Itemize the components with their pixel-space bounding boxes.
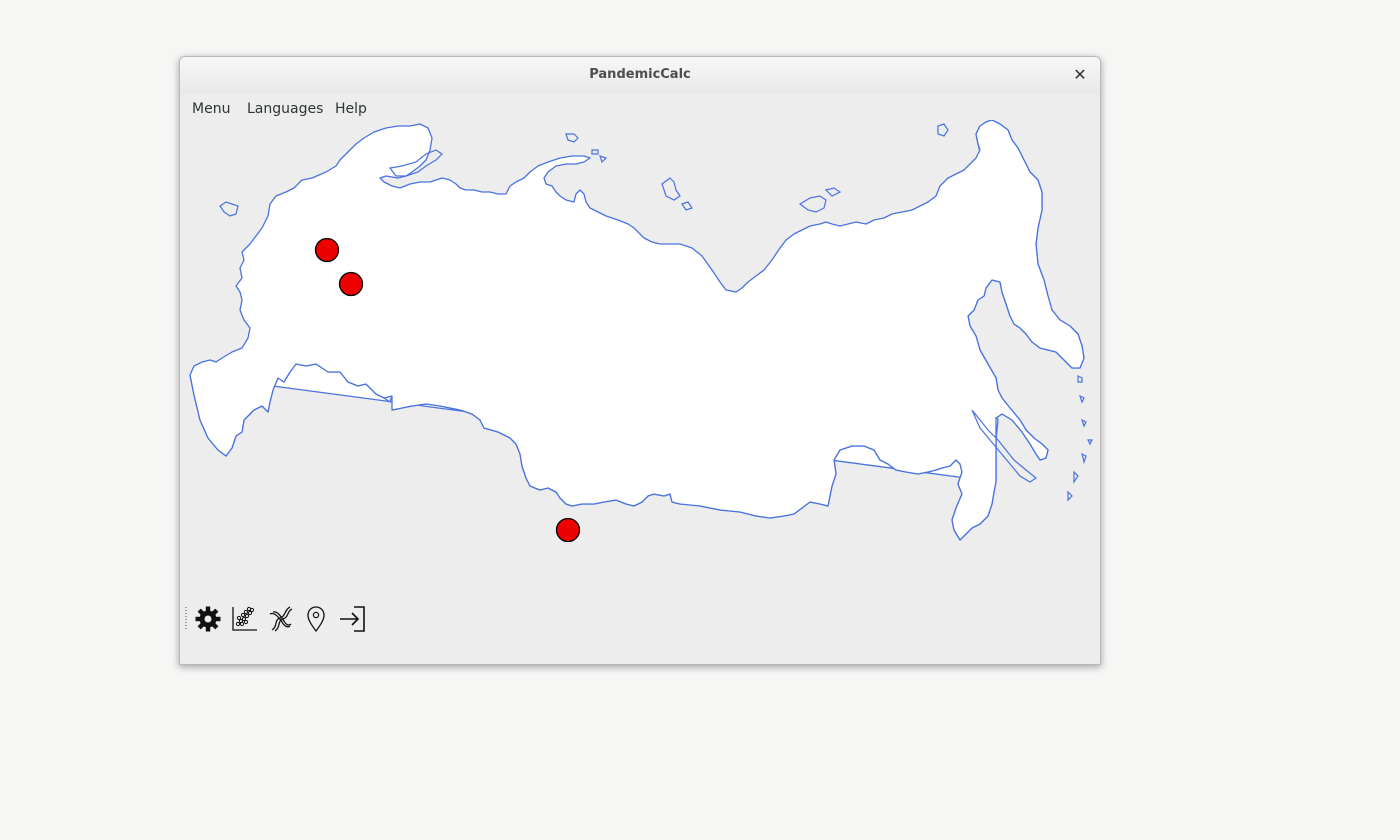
menu-languages[interactable]: Languages	[247, 101, 323, 117]
infection-marker[interactable]	[338, 271, 364, 297]
toolbar-grip[interactable]	[185, 607, 187, 631]
map-view[interactable]	[180, 120, 1100, 590]
close-button[interactable]: ✕	[1070, 65, 1090, 85]
exit-icon	[340, 606, 365, 632]
menu-help[interactable]: Help	[335, 101, 367, 117]
bottom-toolbar	[180, 597, 1100, 641]
title-bar[interactable]: PandemicCalc ✕	[180, 57, 1100, 94]
virus-button[interactable]	[264, 604, 296, 634]
location-pin-icon	[307, 606, 325, 633]
dna-icon	[269, 606, 293, 632]
exit-button[interactable]	[336, 604, 368, 634]
menu-menu[interactable]: Menu	[192, 101, 230, 117]
gear-icon	[195, 606, 221, 632]
map-island-kurils	[1067, 375, 1093, 502]
location-button[interactable]	[300, 604, 332, 634]
map-island-novosibirsk	[798, 187, 842, 213]
app-window: PandemicCalc ✕ Menu Languages Help	[179, 56, 1101, 665]
map-island-wrangel	[937, 123, 949, 137]
infection-marker[interactable]	[314, 237, 340, 263]
close-icon: ✕	[1073, 65, 1087, 84]
infection-marker[interactable]	[555, 517, 581, 543]
russia-map	[189, 120, 1093, 543]
map-northern-coast	[189, 120, 1085, 541]
statistics-button[interactable]	[228, 604, 260, 634]
scatter-chart-icon	[232, 606, 257, 631]
settings-button[interactable]	[192, 604, 224, 634]
map-island-severnaya	[661, 177, 693, 211]
window-title: PandemicCalc	[589, 67, 691, 82]
map-island-kola	[219, 201, 239, 217]
